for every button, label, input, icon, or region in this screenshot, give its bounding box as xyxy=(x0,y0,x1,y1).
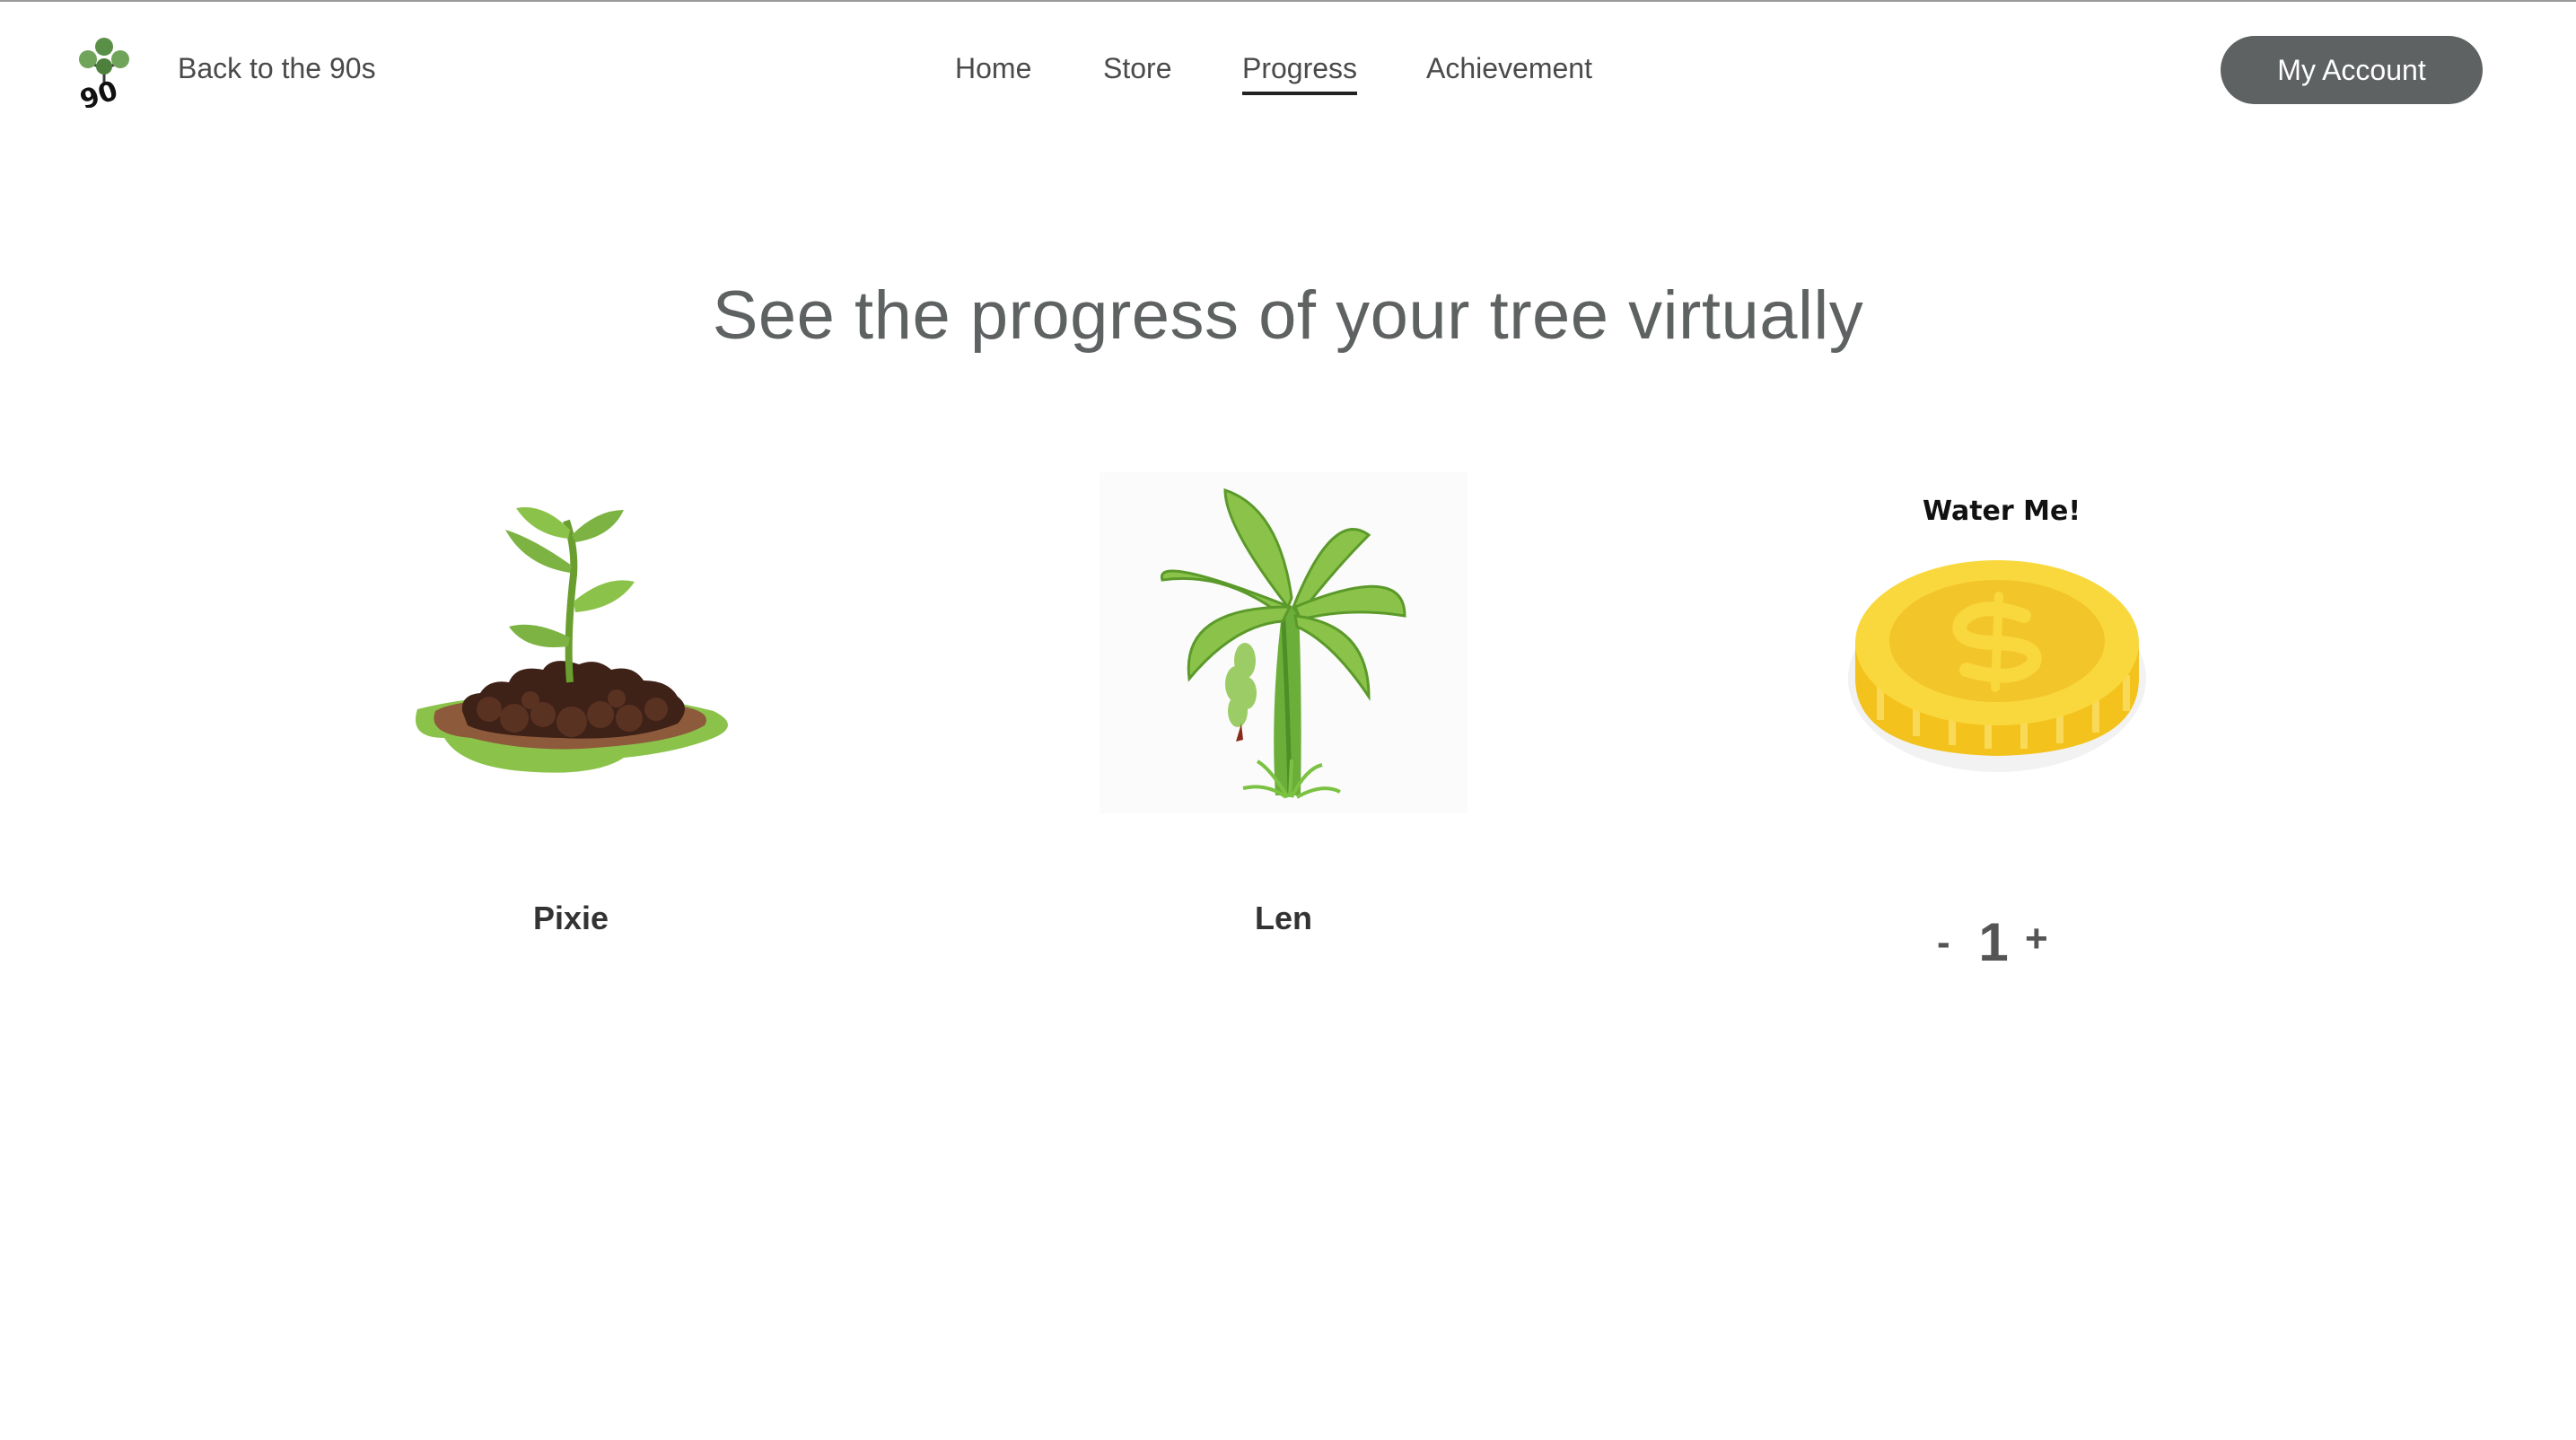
tree-name-len: Len xyxy=(1254,900,1312,936)
quantity-value: 1 xyxy=(1978,912,2009,972)
tree-name-pixie: Pixie xyxy=(532,900,609,936)
decrement-button[interactable]: - xyxy=(1937,907,1950,979)
water-me-label: Water Me! xyxy=(1922,496,2081,527)
water-quantity-stepper: - 1 + xyxy=(1921,907,2064,979)
sprout-icon xyxy=(416,507,728,773)
main-nav: Home Store Progress Achievement xyxy=(0,52,2576,97)
nav-progress[interactable]: Progress xyxy=(1242,52,1358,95)
nav-store[interactable]: Store xyxy=(1103,52,1171,85)
increment-button[interactable]: + xyxy=(2025,903,2048,975)
site-header: 90 Back to the 90s Home Store Progress A… xyxy=(0,2,2576,136)
banana-tree-icon xyxy=(1100,472,1468,813)
gold-coin-icon[interactable] xyxy=(1844,544,2150,777)
nav-achievement[interactable]: Achievement xyxy=(1426,52,1592,85)
page-title: See the progress of your tree virtually xyxy=(712,277,1864,354)
nav-home[interactable]: Home xyxy=(955,52,1031,85)
my-account-button[interactable]: My Account xyxy=(2221,36,2483,104)
